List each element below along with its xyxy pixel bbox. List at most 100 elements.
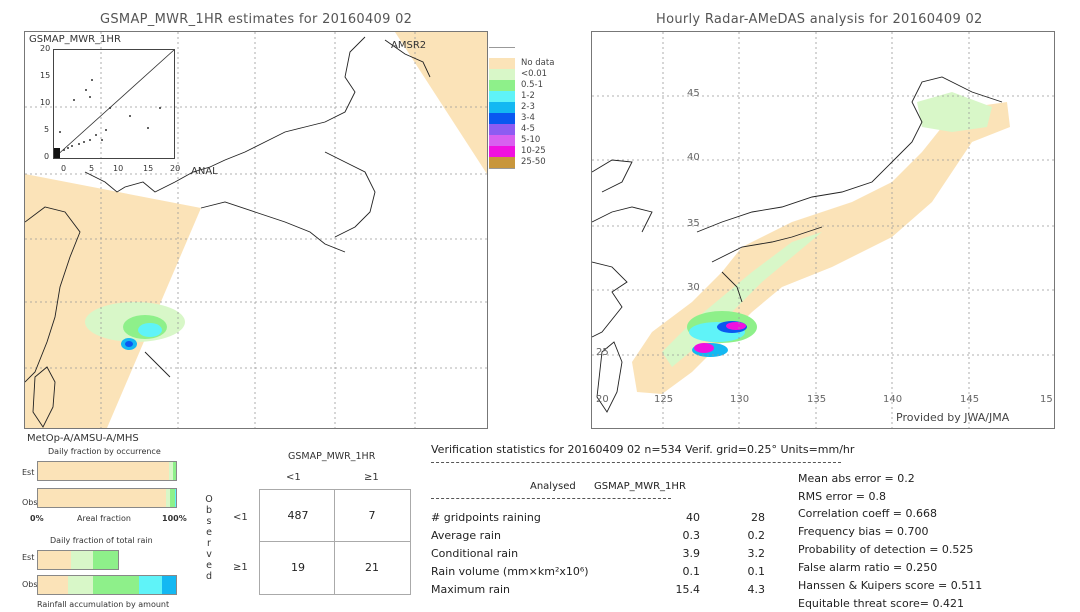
rain-obs-bar (37, 575, 177, 595)
inset-x-label: ANAL (191, 166, 218, 177)
inset-y-tick: 0 (44, 152, 50, 161)
rain-est-bar (37, 550, 120, 570)
rain-obs-segment (138, 576, 163, 594)
stat-row-model: 0.2 (747, 529, 766, 542)
left-map-panel: GSMAP_MWR_1HR 20 15 10 5 0 0 5 10 15 20 … (24, 31, 488, 429)
contingency-cell-hit-none: 487 (287, 508, 309, 522)
stat-row-label: Conditional rain (431, 547, 519, 560)
inset-diagonal (54, 50, 174, 158)
inset-x-tick: 0 (61, 164, 67, 173)
rain-area-peak-2 (694, 343, 714, 353)
stat-row-analysed: 0.1 (682, 565, 701, 578)
score-hk: Hanssen & Kuipers score = 0.511 (798, 579, 983, 592)
lat-tick: 45 (687, 88, 700, 99)
inset-scatter-plot (53, 49, 175, 159)
rain-obs-segment (162, 576, 176, 594)
stat-row-label: Average rain (431, 529, 501, 542)
stat-row-analysed: 15.4 (675, 583, 701, 596)
occurrence-obs-segment (174, 489, 176, 507)
contingency-cell-hit: 21 (365, 560, 379, 574)
stat-row-model: 28 (751, 511, 765, 524)
lon-tick: 130 (730, 394, 750, 405)
rain-area-heavy (138, 323, 162, 337)
divider (431, 498, 671, 499)
right-map-panel: 45 40 35 30 25 20 125 130 135 140 145 15… (591, 31, 1055, 429)
swath-west (25, 174, 201, 428)
inset-y-tick: 5 (44, 125, 50, 134)
stat-row-label: Maximum rain (431, 583, 510, 596)
rain-obs-segment (38, 576, 69, 594)
lat-tick: 20 (596, 394, 609, 405)
occurrence-axis-label: Areal fraction (77, 514, 131, 523)
contingency-cell-miss: 19 (291, 560, 305, 574)
lon-tick: 140 (883, 394, 903, 405)
contingency-col-label: <1 (286, 472, 301, 483)
occurrence-obs-bar (37, 488, 177, 508)
score-pod: Probability of detection = 0.525 (798, 543, 974, 556)
col-header-analysed: Analysed (530, 481, 576, 492)
contingency-grid: 487 7 19 21 (259, 489, 411, 595)
color-legend: No data <0.01 0.5-1 1-2 2-3 3-4 4-5 5-10… (489, 47, 559, 197)
contingency-row-label: ≥1 (233, 562, 248, 573)
occurrence-obs-label: Obs (22, 498, 38, 507)
stat-row-model: 4.3 (747, 583, 766, 596)
verification-header: Verification statistics for 20160409 02 … (431, 443, 855, 456)
inset-cluster (54, 148, 60, 158)
stat-row-analysed: 0.3 (682, 529, 701, 542)
contingency-header: GSMAP_MWR_1HR (288, 451, 376, 462)
sensor-label: MetOp-A/AMSU-A/MHS (27, 433, 139, 444)
lat-tick: 35 (687, 218, 700, 229)
contingency-row-label: <1 (233, 512, 248, 523)
rain-obs-segment (93, 576, 139, 594)
swath-amsr2 (395, 32, 487, 174)
left-map-title: GSMAP_MWR_1HR estimates for 20160409 02 (100, 12, 413, 27)
occurrence-est-segment (38, 462, 169, 480)
rain-area-hokkaido (917, 92, 992, 132)
right-map-canvas (592, 32, 1054, 428)
occurrence-est-segment (173, 462, 176, 480)
occurrence-axis-left: 0% (30, 514, 44, 523)
rain-est-segment (70, 551, 94, 569)
rain-chart-footer: Rainfall accumulation by amount (37, 600, 170, 609)
score-frequency-bias: Frequency bias = 0.700 (798, 525, 929, 538)
contingency-cell-false-alarm: 7 (368, 508, 376, 522)
score-mean-abs-error: Mean abs error = 0.2 (798, 472, 915, 485)
rain-area-peak-1 (726, 322, 746, 330)
rain-chart-title: Daily fraction of total rain (50, 536, 153, 545)
inset-x-tick: 10 (113, 164, 124, 173)
rain-obs-segment (68, 576, 94, 594)
inset-x-tick: 20 (170, 164, 181, 173)
rain-est-label: Est (22, 553, 35, 562)
stat-row-label: # gridpoints raining (431, 511, 541, 524)
stat-row-analysed: 40 (686, 511, 700, 524)
occurrence-obs-segment (38, 489, 166, 507)
score-far: False alarm ratio = 0.250 (798, 561, 938, 574)
stat-row-analysed: 3.9 (682, 547, 701, 560)
lon-tick: 145 (960, 394, 980, 405)
rain-est-segment (93, 551, 119, 569)
score-rms-error: RMS error = 0.8 (798, 490, 886, 503)
inset-y-tick: 10 (40, 98, 51, 107)
lat-tick: 40 (687, 152, 700, 163)
col-header-model: GSMAP_MWR_1HR (594, 481, 686, 492)
contingency-side-label: Observed (205, 494, 213, 582)
occurrence-chart-title: Daily fraction by occurrence (48, 447, 161, 456)
data-credit: Provided by JWA/JMA (896, 411, 1010, 424)
rain-area-peak (125, 341, 133, 347)
occurrence-est-label: Est (22, 468, 35, 477)
score-correlation: Correlation coeff = 0.668 (798, 507, 937, 520)
lon-tick: 135 (807, 394, 827, 405)
inset-x-tick: 5 (89, 164, 95, 173)
stat-row-label: Rain volume (mm×km²x10⁶) (431, 565, 589, 578)
stat-row-model: 3.2 (747, 547, 766, 560)
inset-scatter-canvas (54, 50, 174, 158)
right-map-title: Hourly Radar-AMeDAS analysis for 2016040… (656, 12, 983, 27)
rain-est-segment (38, 551, 71, 569)
score-ets: Equitable threat score= 0.421 (798, 597, 964, 610)
lat-tick: 25 (596, 347, 609, 358)
divider (431, 462, 841, 463)
occurrence-est-bar (37, 461, 177, 481)
rain-obs-label: Obs (22, 580, 38, 589)
lon-tick: 125 (654, 394, 674, 405)
swath-label-amsr2: AMSR2 (391, 40, 427, 51)
